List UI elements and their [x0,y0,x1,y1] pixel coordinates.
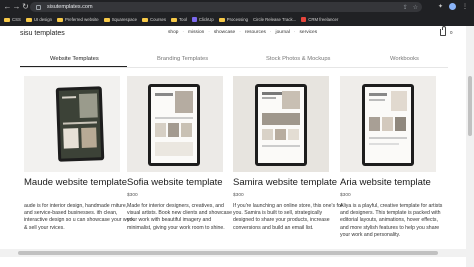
reload-icon[interactable]: ↻ [21,0,30,13]
star-icon[interactable]: ☆ [413,4,418,11]
card-price-aria: $300 [340,193,351,198]
nav-separator: · [293,30,296,35]
bookmark-clickup[interactable]: ClickUp [191,17,214,22]
card-title-maude[interactable]: Maude website template [24,177,127,188]
template-screen [151,87,197,163]
scroll-thumb[interactable] [468,76,472,136]
tablet-mockup [362,84,414,166]
card-title-sofia[interactable]: Sofia website template [127,177,223,188]
bookmark-ui-design[interactable]: UI design [25,17,52,22]
forward-icon[interactable]: → [12,0,21,13]
template-image-aria[interactable] [340,76,436,172]
card-price-sofia: $300 [127,193,138,198]
main-nav: shop · mission · showcase · resources · jour… [168,30,317,35]
tablet-mockup [148,84,200,166]
share-icon[interactable]: ⇪ [403,4,408,11]
folder-icon [171,17,178,22]
nav-resources[interactable]: resources [245,30,266,35]
back-icon[interactable]: ← [3,0,12,13]
vertical-scrollbar[interactable] [466,26,474,267]
nav-separator: · [208,30,210,35]
card-desc-sofia: Made for interior designers, creatives, … [127,203,232,231]
nav-mission[interactable]: mission [188,30,204,35]
bookmark-processing[interactable]: Processing [218,17,248,22]
address-bar[interactable]: sisutemplates.com ⇪ ☆ [30,2,422,12]
tab-stock-photos[interactable]: Stock Photos & Mockups [266,56,330,62]
horizontal-scrollbar[interactable] [0,249,466,257]
menu-icon[interactable]: ⋮ [462,3,468,10]
nav-separator: · [182,30,185,35]
bookmark-squarespace[interactable]: Squarespace [103,17,137,22]
clickup-icon [191,17,197,22]
tab-website-templates[interactable]: Website Templates [50,56,99,62]
tablet-mockup [255,84,307,166]
browser-chrome: ← → ↻ sisutemplates.com ⇪ ☆ ✦ ⋮ CSS UI d… [0,0,474,26]
bookmark-crm[interactable]: CRM freelancer [301,17,338,22]
nav-showcase[interactable]: showcase [214,30,235,35]
extensions-icon[interactable]: ✦ [438,3,443,10]
card-desc-aria: Aliya is a playful, creative template fo… [340,203,443,238]
toolbar: ← → ↻ sisutemplates.com ⇪ ☆ ✦ ⋮ [0,0,474,13]
card-title-samira[interactable]: Samira website template [233,177,337,188]
template-image-samira[interactable] [233,76,329,172]
bookmark-circle-release[interactable]: Circle Release Track... [253,17,296,22]
folder-icon [218,17,225,22]
bookmarks-bar: CSS UI design Preferred website Squaresp… [0,13,474,26]
crm-icon [301,17,307,22]
bookmark-preferred-website[interactable]: Preferred website [57,17,99,22]
template-screen [258,87,304,163]
tab-divider [20,67,448,68]
tab-branding-templates[interactable]: Branding Templates [157,56,208,62]
folder-icon [25,17,32,22]
nav-separator: · [239,30,241,35]
template-screen [365,87,411,163]
cart-icon[interactable] [440,26,446,36]
horizontal-scroll-thumb[interactable] [18,251,438,255]
nav-shop[interactable]: shop [168,30,178,35]
tablet-mockup [55,86,105,162]
tab-workbooks[interactable]: Workbooks [390,56,419,62]
profile-avatar[interactable] [449,3,456,10]
template-image-maude[interactable] [24,76,120,172]
nav-separator: · [269,30,272,35]
template-screen [58,89,102,159]
url-text[interactable]: sisutemplates.com [47,4,93,10]
folder-icon [4,17,10,22]
folder-icon [142,17,149,22]
bookmark-tool[interactable]: Tool [171,17,187,22]
template-image-sofia[interactable] [127,76,223,172]
bookmark-css[interactable]: CSS [4,17,21,22]
nav-journal[interactable]: journal [276,30,290,35]
card-desc-maude: aude is for interior design, handmade rn… [24,203,134,231]
lock-icon [36,4,41,10]
folder-icon [103,17,110,22]
folder-icon [57,17,63,22]
card-title-aria[interactable]: Aria website template [340,177,431,188]
bookmark-courses[interactable]: Courses [142,17,166,22]
site-logo[interactable]: sisu templates [20,30,65,37]
card-price-samira: $300 [233,193,244,198]
cart-count: 0 [450,30,453,35]
card-desc-samira: If you're launching an online store, thi… [233,203,343,231]
nav-services[interactable]: services [300,30,318,35]
